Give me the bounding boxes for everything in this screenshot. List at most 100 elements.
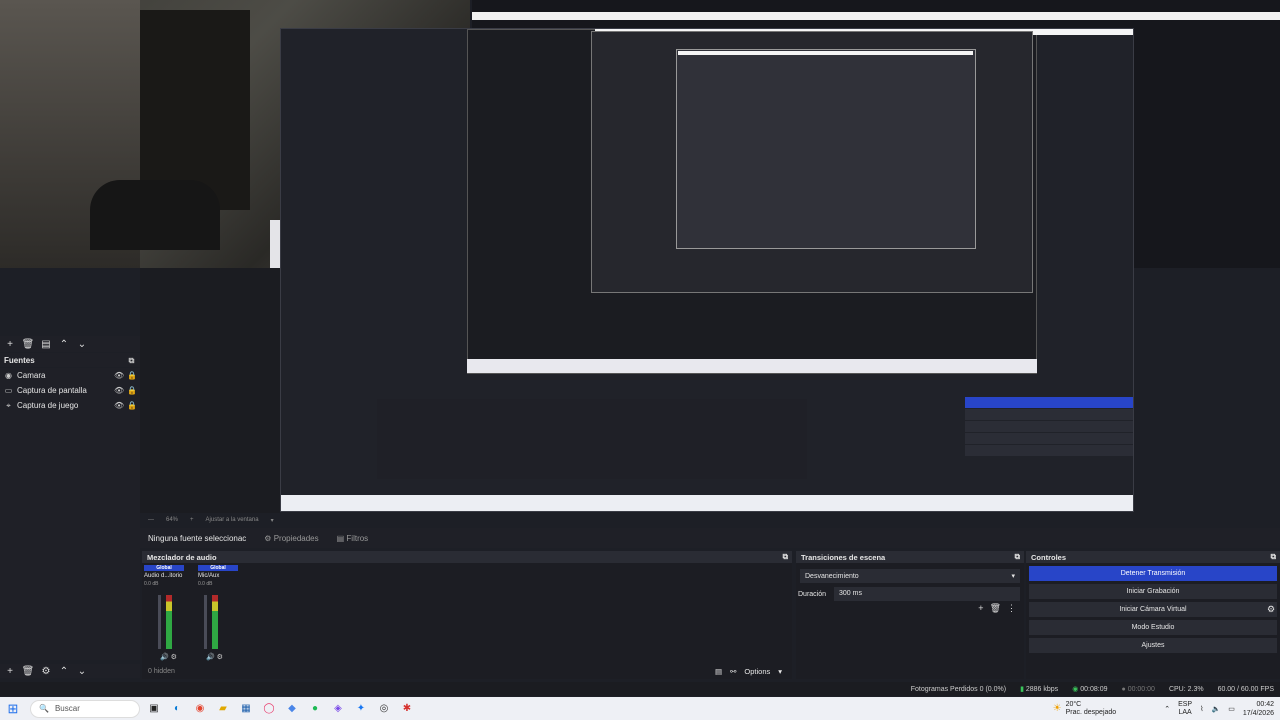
studio-mode-button[interactable]: Modo Estudio	[1029, 620, 1277, 635]
nested-start-record	[965, 409, 1133, 420]
zoom-out-button[interactable]: —	[148, 517, 154, 523]
controls-title-bar: Controles ⧉	[1026, 551, 1280, 563]
virtual-cam-label: Iniciar Cámara Virtual	[1119, 606, 1187, 613]
status-bar: Fotogramas Perdidos 0 (0.0%) ▮ 2886 kbps…	[0, 682, 1280, 696]
taskbar-search[interactable]: 🔍 Buscar	[30, 699, 140, 718]
store-icon[interactable]: ▦	[237, 700, 255, 718]
nested-controls	[965, 397, 1133, 477]
app-icon[interactable]: ◆	[283, 700, 301, 718]
chevron-down-icon[interactable]: ⌄	[76, 338, 88, 350]
explorer-icon[interactable]: ▰	[214, 700, 232, 718]
eye-icon[interactable]: 👁	[114, 401, 124, 410]
duration-input[interactable]: 300 ms	[834, 587, 1020, 601]
source-item-camara[interactable]: ◉ Camara 👁 🔒	[0, 368, 140, 383]
source-item-captura-juego[interactable]: ⌖ Captura de juego 👁 🔒	[0, 398, 140, 413]
transition-tools: + 🗑 ⋮	[978, 603, 1016, 614]
volume-fader[interactable]	[158, 595, 161, 649]
undock-icon[interactable]: ⧉	[127, 356, 136, 365]
weather-widget[interactable]: ☀ 20°C Prac. despejado	[1053, 701, 1117, 717]
search-placeholder: Buscar	[54, 704, 80, 713]
nested-sources	[281, 267, 375, 317]
channel-device[interactable]: Audio d...itorio	[144, 571, 184, 581]
eye-icon[interactable]: 👁	[114, 386, 124, 395]
discord-icon[interactable]: ◈	[329, 700, 347, 718]
sources-title: Fuentes	[4, 355, 35, 365]
gear-icon[interactable]: ⚙	[1264, 602, 1278, 617]
settings-button[interactable]: Ajustes	[1029, 638, 1277, 653]
zoom-bar: — 64% + Ajustar a la ventana ▾	[140, 514, 1280, 526]
taskview-icon[interactable]: ▣	[145, 700, 163, 718]
chevron-up-icon[interactable]: ⌃	[58, 665, 70, 677]
nested-stop-stream	[965, 397, 1133, 408]
speaker-icon[interactable]: 🔊 ⚙	[160, 653, 177, 661]
transition-select[interactable]: Desvanecimiento ▾	[800, 569, 1020, 583]
add-icon[interactable]: +	[4, 338, 16, 350]
undock-icon[interactable]: ⧉	[783, 552, 788, 562]
transitions-dock: Transiciones de escena ⧉ Desvanecimiento…	[796, 551, 1024, 679]
battery-icon[interactable]: ▭	[1228, 705, 1235, 713]
fps: 60.00 / 60.00 FPS	[1217, 685, 1274, 693]
add-icon[interactable]: +	[4, 665, 16, 677]
gear-icon[interactable]: ⚙	[40, 665, 52, 677]
language-indicator[interactable]: ESP LAA	[1178, 701, 1192, 717]
wifi-icon[interactable]: ⌇	[1200, 705, 1203, 713]
stop-stream-button[interactable]: Detener Transmisión	[1029, 566, 1277, 581]
trash-icon[interactable]: 🗑	[990, 603, 1001, 614]
more-icon[interactable]: ⋮	[1007, 603, 1016, 614]
zoom-fit-button[interactable]: Ajustar a la ventana	[206, 517, 259, 523]
edge-icon[interactable]: ◐	[168, 700, 186, 718]
chevron-down-icon[interactable]: ▾	[271, 517, 274, 524]
virtual-cam-button[interactable]: Iniciar Cámara Virtual ⚙	[1029, 602, 1277, 617]
obs-icon[interactable]: ◎	[375, 700, 393, 718]
mixer-title: Mezclador de audio	[147, 552, 217, 562]
source-item-captura-pantalla[interactable]: ▭ Captura de pantalla 👁 🔒	[0, 383, 140, 398]
lang-label: ESP	[1178, 700, 1193, 708]
channel-device[interactable]: Mic/Aux	[198, 571, 238, 581]
mixer-title-bar: Mezclador de audio ⧉	[142, 551, 792, 563]
bitrate: ▮ 2886 kbps	[1020, 685, 1058, 693]
record-app-icon[interactable]: ✱	[398, 700, 416, 718]
speaker-icon[interactable]: 🔊 ⚙	[206, 653, 223, 661]
trash-icon[interactable]: 🗑	[22, 665, 35, 677]
chrome-icon[interactable]: ◉	[191, 700, 209, 718]
eye-icon[interactable]: 👁	[114, 371, 124, 380]
chevron-up-icon[interactable]: ⌃	[58, 338, 70, 350]
spotify-icon[interactable]: ●	[306, 700, 324, 718]
volume-fader[interactable]	[204, 595, 207, 649]
lock-icon[interactable]: 🔒	[127, 386, 137, 395]
sources-toolbar: + 🗑 ⚙ ⌃ ⌄	[0, 664, 140, 678]
properties-button[interactable]: ⚙ Propiedades	[264, 534, 318, 543]
weather-desc: Prac. despejado	[1065, 708, 1117, 716]
clock[interactable]: 00:42 17/4/2026	[1243, 700, 1274, 718]
lock-icon[interactable]: 🔒	[127, 401, 137, 410]
undock-icon[interactable]: ⧉	[1271, 552, 1276, 562]
messenger-icon[interactable]: ✦	[352, 700, 370, 718]
trash-icon[interactable]: 🗑	[22, 338, 35, 350]
volume-icon[interactable]: 🔈	[1212, 705, 1221, 713]
volume-meter	[166, 595, 172, 649]
record-time: ● 00:00:00	[1121, 685, 1155, 693]
filter-icon[interactable]: ▤	[40, 338, 52, 350]
opera-icon[interactable]: ◯	[260, 700, 278, 718]
chevron-down-icon[interactable]: ▾	[778, 667, 782, 676]
undock-icon[interactable]: ⧉	[1015, 552, 1020, 562]
monitor-icon: ▭	[4, 386, 13, 395]
chevron-down-icon[interactable]: ⌄	[76, 665, 88, 677]
weather-temp: 20°C	[1065, 700, 1082, 708]
chevron-up-icon[interactable]: ⌃	[1164, 705, 1170, 713]
lock-icon[interactable]: 🔒	[127, 371, 137, 380]
chevron-down-icon: ▾	[1011, 573, 1015, 580]
zoom-in-button[interactable]: +	[190, 517, 194, 523]
hidden-count: 0 hidden	[148, 667, 175, 675]
options-button[interactable]: Options	[744, 667, 770, 676]
source-label: Captura de juego	[17, 401, 79, 410]
start-record-button[interactable]: Iniciar Grabación	[1029, 584, 1277, 599]
filters-button[interactable]: ▤ Filtros	[337, 534, 369, 543]
duration-label: Duración	[798, 590, 827, 598]
layout-icon[interactable]: ▤	[715, 667, 722, 676]
add-icon[interactable]: +	[978, 603, 983, 614]
link-icon[interactable]: ⚯	[730, 667, 736, 676]
windows-start-icon[interactable]: ⊞	[0, 697, 26, 720]
mixer-options: ▤ ⚯ Options ▾	[715, 664, 795, 678]
transitions-title: Transiciones de escena	[801, 552, 886, 562]
